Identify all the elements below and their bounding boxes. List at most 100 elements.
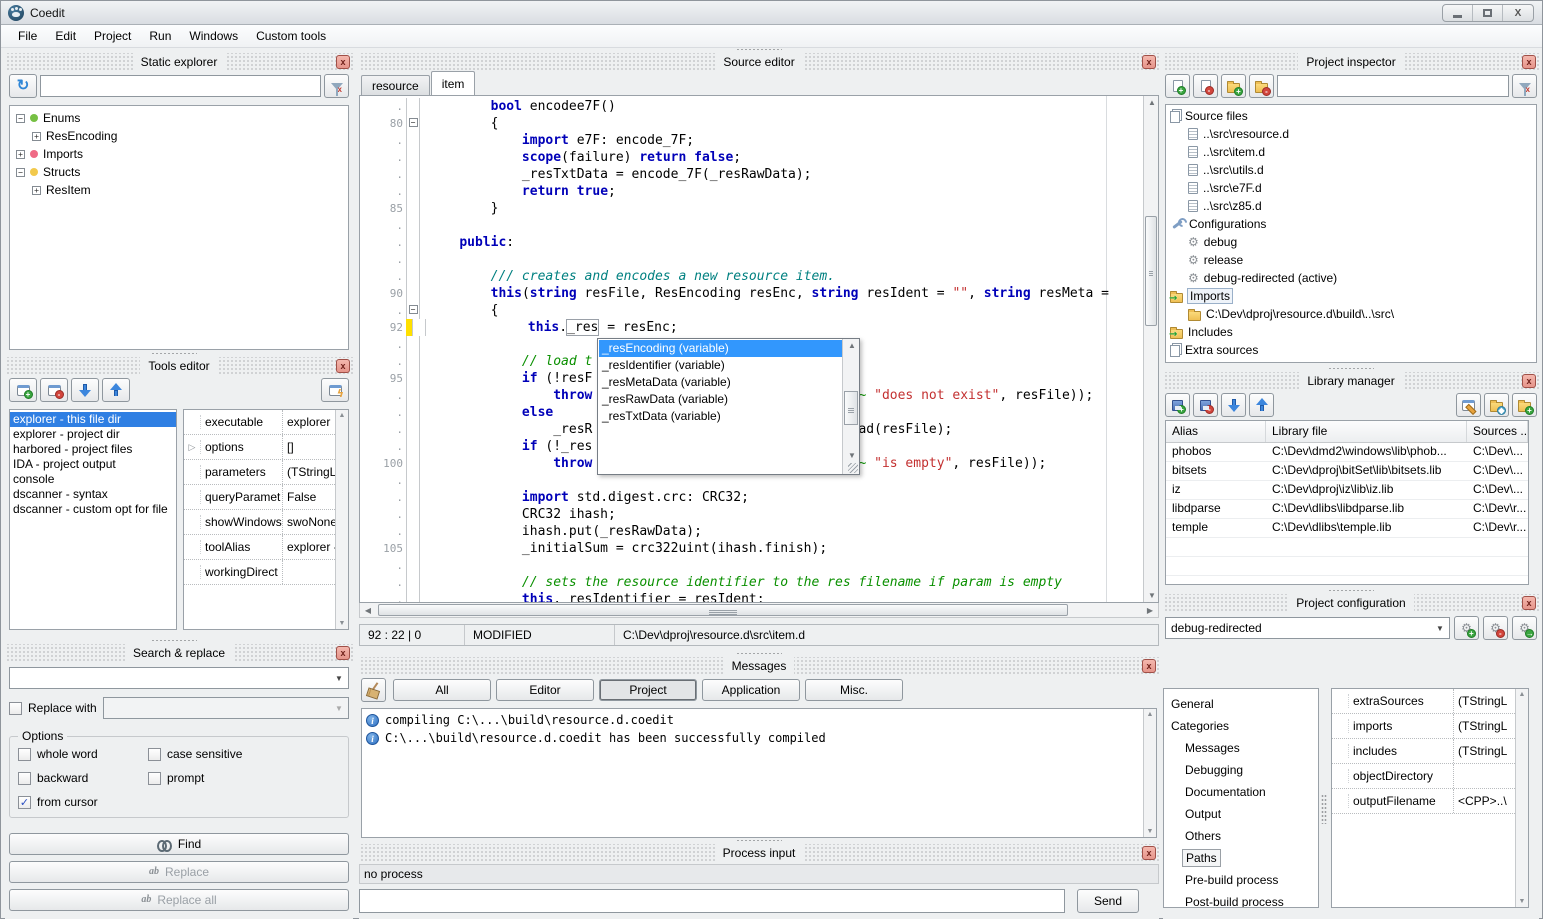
chevron-down-icon[interactable]: ▼: [1432, 619, 1448, 637]
completion-item[interactable]: _resIdentifier (variable): [599, 357, 842, 374]
completion-item[interactable]: _resRawData (variable): [599, 391, 842, 408]
editor-tab-item[interactable]: item: [431, 71, 476, 95]
clone-configuration-button[interactable]: ⚙→: [1512, 616, 1537, 640]
code-line[interactable]: . _resTxtData = encode_7F(_resRawData);: [360, 166, 1143, 183]
project-tree-item[interactable]: Source files: [1166, 107, 1536, 125]
property-value[interactable]: <CPP>..\: [1453, 789, 1515, 813]
remove-folder-button[interactable]: -: [1249, 74, 1274, 98]
splitter-handle[interactable]: [1328, 367, 1374, 371]
chevron-down-icon[interactable]: ▼: [331, 669, 347, 687]
tool-list-item[interactable]: dscanner - custom opt for file: [10, 502, 176, 517]
properties-scrollbar[interactable]: ▲▼: [335, 410, 348, 629]
code-line[interactable]: . return true;: [360, 183, 1143, 200]
messages-filter-all[interactable]: All: [393, 679, 491, 701]
remove-tool-button[interactable]: -: [40, 378, 68, 402]
code-line[interactable]: . import std.digest.crc: CRC32;: [360, 489, 1143, 506]
tool-list-item[interactable]: explorer - this file dir: [10, 412, 176, 427]
property-value[interactable]: [282, 560, 335, 584]
refresh-button[interactable]: ↻: [9, 74, 37, 98]
add-folder-button[interactable]: +: [1221, 74, 1246, 98]
checkbox-from-cursor[interactable]: ✓: [18, 796, 31, 809]
project-tree-item[interactable]: C:\Dev\dproj\resource.d\build\..\src\: [1166, 305, 1536, 323]
code-line[interactable]: .− {: [360, 302, 1143, 319]
category-item[interactable]: Pre-build process: [1164, 869, 1318, 891]
close-panel-button[interactable]: x: [1142, 846, 1156, 860]
code-line[interactable]: 85 }: [360, 200, 1143, 217]
popup-resize-grip[interactable]: [848, 463, 858, 473]
remove-file-button[interactable]: -: [1193, 74, 1218, 98]
code-line[interactable]: . // sets the resource identifier to the…: [360, 574, 1143, 591]
close-panel-button[interactable]: x: [1142, 55, 1156, 69]
expander-icon[interactable]: +: [32, 132, 41, 141]
property-row[interactable]: executableexplorer: [184, 410, 335, 435]
close-button[interactable]: X: [1503, 5, 1533, 21]
column-header-libraryfile[interactable]: Library file: [1266, 421, 1467, 442]
code-editor[interactable]: . bool encodee7F()80− {. import e7F: enc…: [359, 95, 1159, 603]
menu-custom-tools[interactable]: Custom tools: [247, 26, 335, 46]
project-tree-item[interactable]: ..\src\utils.d: [1166, 161, 1536, 179]
code-line[interactable]: 80− {: [360, 115, 1143, 132]
checkbox-case-sensitive[interactable]: [148, 748, 161, 761]
project-tree-item[interactable]: ⚙release: [1166, 251, 1536, 269]
tree-item[interactable]: −Structs: [10, 163, 348, 181]
code-line[interactable]: . scope(failure) return false;: [360, 149, 1143, 166]
inspector-filter-input[interactable]: [1277, 75, 1509, 97]
close-panel-button[interactable]: x: [336, 646, 350, 660]
property-value[interactable]: (TStringL: [1453, 689, 1515, 713]
open-library-folder-button[interactable]: ◆: [1484, 393, 1509, 417]
project-tree-item[interactable]: Extra sources: [1166, 341, 1536, 359]
tree-item[interactable]: +ResEncoding: [10, 127, 348, 145]
property-value[interactable]: [1453, 764, 1515, 788]
close-panel-button[interactable]: x: [1522, 374, 1536, 388]
code-line[interactable]: . this._resIdentifier = resIdent;: [360, 591, 1143, 603]
fold-margin[interactable]: −: [406, 302, 420, 319]
remove-library-button[interactable]: -: [1193, 393, 1218, 417]
add-library-folder-button[interactable]: +: [1512, 393, 1537, 417]
add-configuration-button[interactable]: ⚙+: [1454, 616, 1479, 640]
project-tree-item[interactable]: ..\src\e7F.d: [1166, 179, 1536, 197]
category-item[interactable]: General: [1164, 693, 1318, 715]
tree-item[interactable]: +Imports: [10, 145, 348, 163]
expander-icon[interactable]: −: [16, 114, 25, 123]
project-tree-item[interactable]: ⚙debug-redirected (active): [1166, 269, 1536, 287]
column-header-alias[interactable]: Alias: [1166, 421, 1266, 442]
edit-library-button[interactable]: [1456, 393, 1481, 417]
splitter-handle[interactable]: [736, 652, 782, 656]
code-line[interactable]: . /// creates and encodes a new resource…: [360, 268, 1143, 285]
clear-filter-button[interactable]: x: [324, 74, 349, 98]
menu-windows[interactable]: Windows: [180, 26, 247, 46]
category-item[interactable]: Others: [1164, 825, 1318, 847]
tool-list-item[interactable]: harbored - project files: [10, 442, 176, 457]
expander-icon[interactable]: +: [32, 186, 41, 195]
property-value[interactable]: swoNone: [282, 510, 335, 534]
tool-list-item[interactable]: IDA - project output: [10, 457, 176, 472]
editor-horizontal-scrollbar[interactable]: ◀ ▶: [359, 603, 1159, 618]
tool-list-item[interactable]: dscanner - syntax: [10, 487, 176, 502]
code-line[interactable]: .: [360, 217, 1143, 234]
move-tool-down-button[interactable]: [71, 378, 99, 402]
property-row[interactable]: ▷options[]: [184, 435, 335, 460]
project-tree-item[interactable]: →Imports: [1166, 287, 1536, 305]
popup-scrollbar[interactable]: ▲ ▼: [842, 339, 859, 474]
move-library-up-button[interactable]: [1249, 393, 1274, 417]
property-row[interactable]: objectDirectory: [1332, 764, 1515, 789]
configuration-grid-scrollbar[interactable]: ▲▼: [1515, 689, 1528, 907]
property-row[interactable]: toolAliasexplorer -: [184, 535, 335, 560]
property-value[interactable]: explorer: [282, 410, 335, 434]
project-tree-item[interactable]: →Includes: [1166, 323, 1536, 341]
category-item[interactable]: Messages: [1164, 737, 1318, 759]
add-file-button[interactable]: +: [1165, 74, 1190, 98]
property-row[interactable]: workingDirect: [184, 560, 335, 585]
close-panel-button[interactable]: x: [1522, 55, 1536, 69]
property-value[interactable]: False: [282, 485, 335, 509]
process-input-field[interactable]: [359, 889, 1065, 913]
code-line[interactable]: .: [360, 251, 1143, 268]
menu-run[interactable]: Run: [140, 26, 180, 46]
replace-all-button[interactable]: ab Replace all: [9, 889, 349, 911]
table-row[interactable]: izC:\Dev\dproj\iz\lib\iz.libC:\Dev\...: [1166, 481, 1528, 500]
splitter-handle[interactable]: [151, 639, 197, 643]
symbol-filter-input[interactable]: [40, 75, 321, 97]
replace-with-checkbox[interactable]: [9, 702, 22, 715]
add-tool-button[interactable]: +: [9, 378, 37, 402]
tree-item[interactable]: +ResItem: [10, 181, 348, 199]
